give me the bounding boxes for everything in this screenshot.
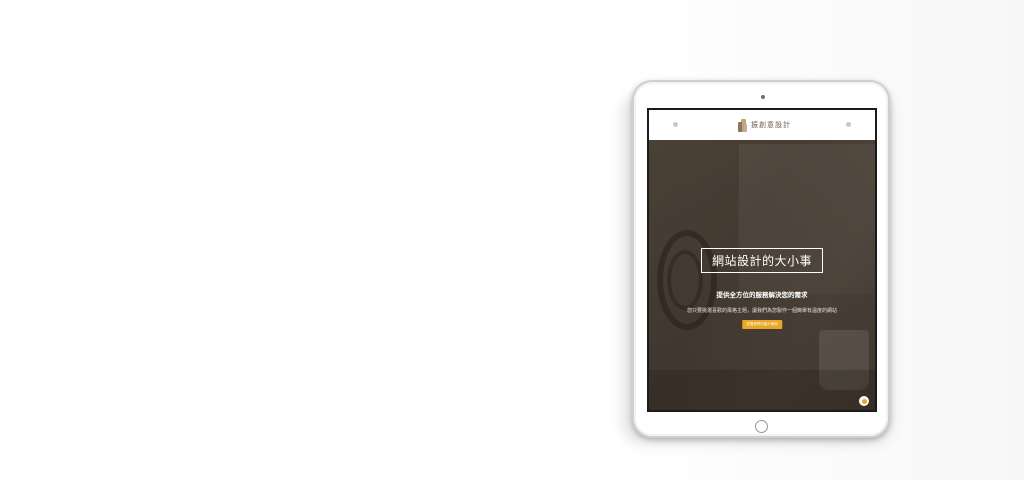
hero-title: 網站設計的大小事: [700, 248, 824, 273]
page-canvas: 振創意設計 網站設計的大小事 提供全方位的服務解決您的需求 您只要挑選喜歡的風格…: [0, 0, 1024, 480]
home-button[interactable]: [755, 420, 768, 433]
ipad-device: 振創意設計 網站設計的大小事 提供全方位的服務解決您的需求 您只要挑選喜歡的風格…: [632, 80, 890, 438]
menu-icon[interactable]: [673, 122, 678, 127]
hero-bg-desk: [649, 370, 875, 410]
search-icon[interactable]: [846, 122, 851, 127]
camera-icon: [761, 95, 765, 99]
chat-bubble-icon[interactable]: [859, 396, 869, 406]
site-logo[interactable]: 振創意設計: [737, 117, 791, 133]
hero-section: 網站設計的大小事 提供全方位的服務解決您的需求 您只要挑選喜歡的風格主題，讓我們…: [649, 140, 875, 410]
hero-description: 您只要挑選喜歡的風格主題，讓我們為您製作一個簡單有溫度的網站: [686, 308, 837, 314]
brand-logo-icon: [737, 118, 749, 132]
logo-text: 振創意設計: [751, 121, 791, 129]
hero-bg-speaker-inner: [667, 250, 703, 310]
hero-cta-button[interactable]: 查看我們的客戶案例: [742, 320, 782, 329]
hero-subtitle: 提供全方位的服務解決您的需求: [716, 291, 808, 299]
device-screen: 振創意設計 網站設計的大小事 提供全方位的服務解決您的需求 您只要挑選喜歡的風格…: [647, 108, 877, 412]
site-header: 振創意設計: [649, 110, 875, 141]
